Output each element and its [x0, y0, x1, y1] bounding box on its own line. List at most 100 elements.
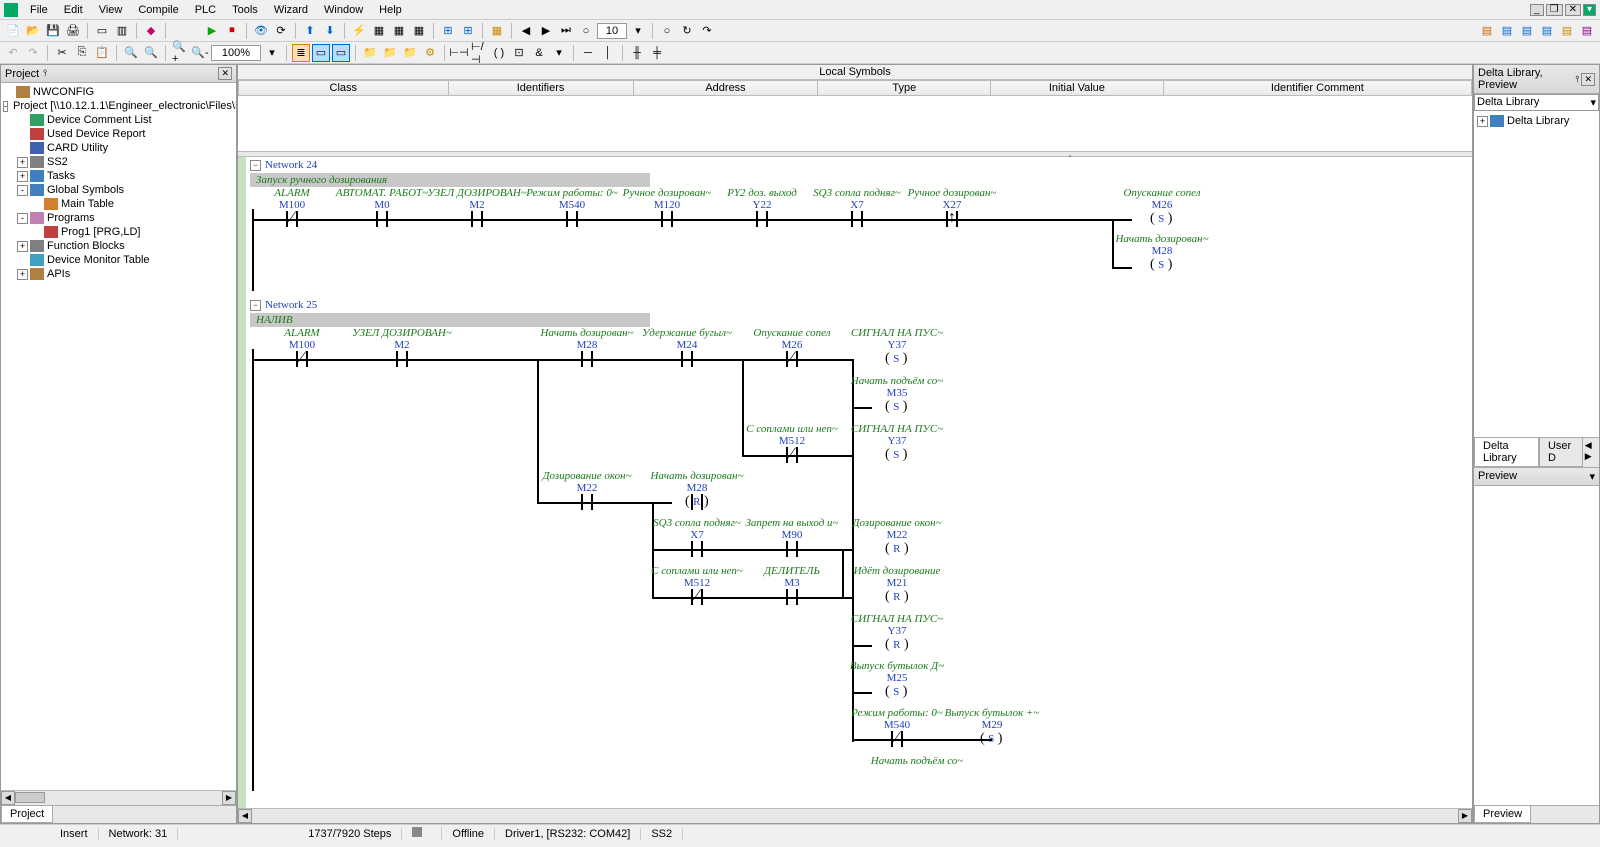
folder2-icon[interactable]: 📁: [381, 44, 399, 62]
compile-icon[interactable]: ⚡: [350, 22, 368, 40]
contact[interactable]: С соплами или неп~M512∕: [742, 423, 842, 447]
tab-user-d[interactable]: User D: [1539, 438, 1583, 467]
col-identifiers[interactable]: Identifiers: [448, 81, 633, 96]
upload-icon[interactable]: ⬆: [301, 22, 319, 40]
coil[interactable]: Начать подъём со~M35( S ): [837, 375, 957, 399]
coil[interactable]: Идёт дозированиеM21( R ): [837, 565, 957, 589]
dd-icon[interactable]: ▾: [550, 44, 568, 62]
network-24-comment[interactable]: Запуск ручного дозирования: [250, 173, 650, 187]
expand-icon[interactable]: +: [17, 171, 28, 182]
download-icon[interactable]: ⬇: [321, 22, 339, 40]
collapse-icon[interactable]: −: [250, 300, 261, 311]
window2-icon[interactable]: ▥: [113, 22, 131, 40]
scroll-right-icon[interactable]: ▶: [1458, 809, 1472, 823]
contact[interactable]: С соплами или неп~M512∕: [647, 565, 747, 589]
zoomin-icon[interactable]: 🔍+: [171, 44, 189, 62]
hmi2-icon[interactable]: ▤: [1498, 22, 1516, 40]
contact[interactable]: УЗЕЛ ДОЗИРОВАН~M2: [427, 187, 527, 211]
save-icon[interactable]: 💾: [44, 22, 62, 40]
tree-node[interactable]: Device Monitor Table: [3, 253, 234, 267]
sync-icon[interactable]: ⟳: [272, 22, 290, 40]
tree-node[interactable]: Main Table: [3, 197, 234, 211]
coil[interactable]: СИГНАЛ НА ПУС~Y37( S ): [837, 423, 957, 447]
tree-node[interactable]: Prog1 [PRG,LD]: [3, 225, 234, 239]
open-icon[interactable]: 📂: [24, 22, 42, 40]
tree-node[interactable]: Used Device Report: [3, 127, 234, 141]
stop-icon[interactable]: ⏹: [223, 22, 241, 40]
tree-node[interactable]: +Tasks: [3, 169, 234, 183]
contact[interactable]: SQ3 сопла подняг~X7: [647, 517, 747, 541]
build3-icon[interactable]: ▦: [410, 22, 428, 40]
close-icon[interactable]: ✕: [1565, 4, 1581, 16]
contact[interactable]: SQ3 сопла подняг~X7: [807, 187, 907, 211]
library-tree[interactable]: + Delta Library: [1474, 111, 1599, 437]
table2-icon[interactable]: ⊞: [459, 22, 477, 40]
panel-close-icon[interactable]: ✕: [1581, 73, 1595, 86]
monitor-icon[interactable]: 👁: [252, 22, 270, 40]
maximize-icon[interactable]: ❐: [1546, 4, 1563, 16]
redo-icon[interactable]: ↷: [698, 22, 716, 40]
contact[interactable]: Удержание бугыл~M24: [637, 327, 737, 351]
tab-scroll-icon[interactable]: ◀ ▶: [1583, 438, 1599, 467]
tree-node[interactable]: +Function Blocks: [3, 239, 234, 253]
left-icon[interactable]: ◀: [517, 22, 535, 40]
contact[interactable]: ALARMM100∕: [252, 327, 352, 351]
network-24-header[interactable]: − Network 24: [250, 157, 1378, 173]
scroll-thumb[interactable]: [15, 792, 45, 803]
project-tree[interactable]: NWCONFIG-Project [\\10.12.1.1\Engineer_e…: [1, 83, 236, 790]
menu-tools[interactable]: Tools: [224, 2, 266, 18]
print-icon[interactable]: 🖨: [64, 22, 82, 40]
menu-edit[interactable]: Edit: [56, 2, 91, 18]
coil[interactable]: Опускание сопелM26( S ): [1102, 187, 1222, 211]
panel-close-icon[interactable]: ✕: [218, 67, 232, 80]
menu-window[interactable]: Window: [316, 2, 371, 18]
cut-icon[interactable]: ✂: [53, 44, 71, 62]
folder3-icon[interactable]: 📁: [401, 44, 419, 62]
menu-view[interactable]: View: [91, 2, 131, 18]
expand-icon[interactable]: -: [17, 185, 28, 196]
pin-icon[interactable]: ⫯: [1574, 74, 1582, 85]
tree-node[interactable]: -Global Symbols: [3, 183, 234, 197]
contact[interactable]: Дозирование окон~M22: [537, 470, 637, 494]
refresh-icon[interactable]: ↻: [678, 22, 696, 40]
ladder-editor[interactable]: − Network 24 Запуск ручного дозирования …: [238, 157, 1472, 808]
tree-node[interactable]: +APIs: [3, 267, 234, 281]
hmi4-icon[interactable]: ▤: [1538, 22, 1556, 40]
menu-file[interactable]: File: [22, 2, 56, 18]
project-tab[interactable]: Project: [1, 806, 53, 823]
right-icon[interactable]: ▶: [537, 22, 555, 40]
compare-icon[interactable]: &: [530, 44, 548, 62]
expand-icon[interactable]: +: [17, 157, 28, 168]
mode1-icon[interactable]: ≣: [292, 44, 310, 62]
scroll-right-icon[interactable]: ▶: [222, 791, 236, 805]
copy-icon[interactable]: ⎘: [73, 44, 91, 62]
symbols-body[interactable]: [238, 96, 1472, 151]
circle2-icon[interactable]: ○: [658, 22, 676, 40]
func-icon[interactable]: ⊡: [510, 44, 528, 62]
coil[interactable]: Начать дозирован~M28( S ): [1102, 233, 1222, 257]
contact[interactable]: Начать дозирован~M28: [537, 327, 637, 351]
dropdown-icon[interactable]: ▾: [629, 22, 647, 40]
tree-node[interactable]: CARD Utility: [3, 141, 234, 155]
coil[interactable]: СИГНАЛ НА ПУС~Y37( R ): [837, 613, 957, 637]
paste-icon[interactable]: 📋: [93, 44, 111, 62]
line-v-icon[interactable]: │: [599, 44, 617, 62]
menu-wizard[interactable]: Wizard: [266, 2, 316, 18]
build2-icon[interactable]: ▦: [390, 22, 408, 40]
chevron-down-icon[interactable]: ▾: [1589, 470, 1595, 483]
project-hscroll[interactable]: ◀ ▶: [1, 790, 236, 805]
folder4-icon[interactable]: ⚙: [421, 44, 439, 62]
preview-tab[interactable]: Preview: [1474, 806, 1531, 823]
scroll-left-icon[interactable]: ◀: [1, 791, 15, 805]
circle-icon[interactable]: ○: [577, 22, 595, 40]
contact[interactable]: Запрет на выход и~M90: [742, 517, 842, 541]
coil-icon[interactable]: ( ): [490, 44, 508, 62]
zoom-dropdown-icon[interactable]: ▾: [263, 44, 281, 62]
expand-icon[interactable]: +: [17, 269, 28, 280]
network-25-comment[interactable]: НАЛИВ: [250, 313, 650, 327]
col-initial[interactable]: Initial Value: [991, 81, 1164, 96]
run-icon[interactable]: ▶: [203, 22, 221, 40]
zoom-input[interactable]: [211, 45, 261, 61]
replace-icon[interactable]: 🔍: [142, 44, 160, 62]
del-h-icon[interactable]: ╫: [628, 44, 646, 62]
